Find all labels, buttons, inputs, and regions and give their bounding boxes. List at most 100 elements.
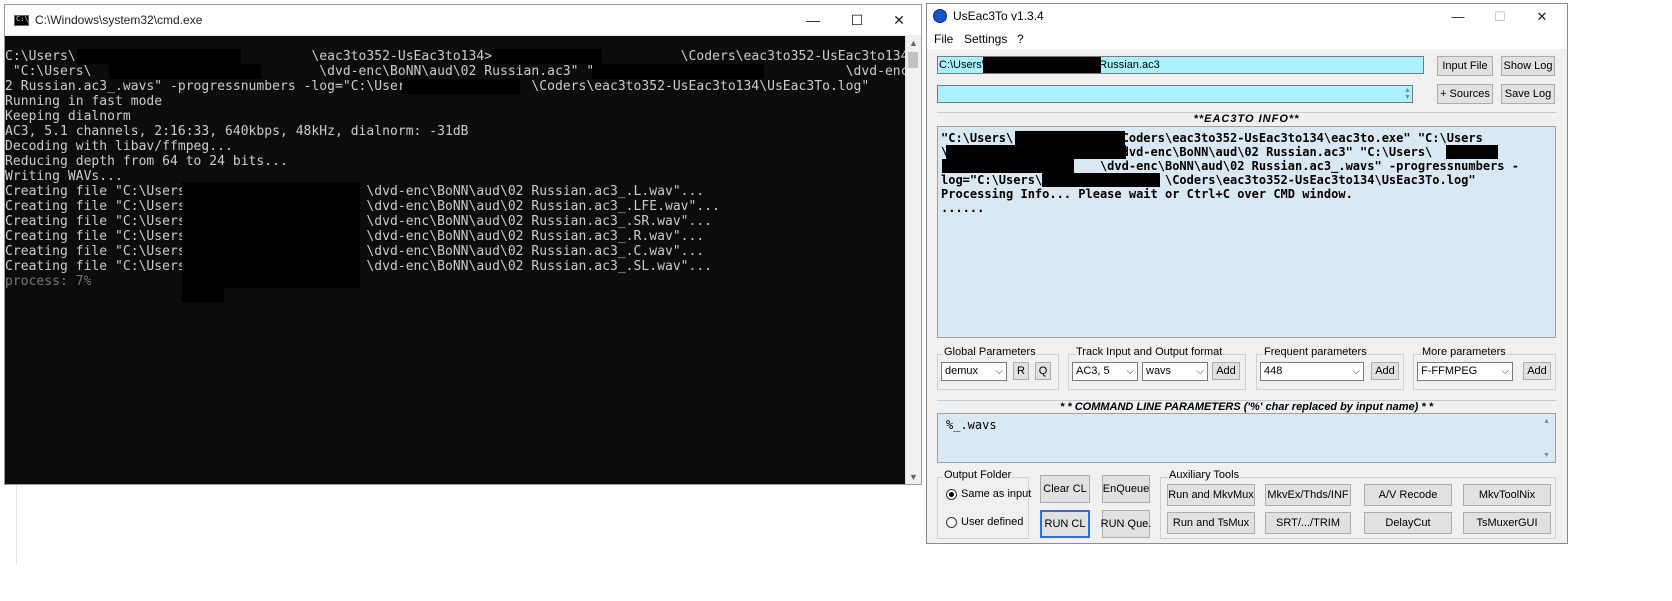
track-add-button[interactable]: Add bbox=[1212, 362, 1240, 380]
user-defined-label[interactable]: User defined bbox=[961, 516, 1023, 528]
minimize-icon[interactable]: — bbox=[1437, 4, 1479, 29]
redaction-bar bbox=[109, 64, 261, 79]
chevron-down-icon: ⌵ bbox=[995, 366, 1003, 377]
track-input-value: AC3, 5 bbox=[1076, 365, 1110, 377]
chevron-down-icon: ⌵ bbox=[1352, 366, 1360, 377]
same-as-input-label[interactable]: Same as input bbox=[961, 488, 1031, 500]
chevron-down-icon: ⌵ bbox=[1196, 366, 1204, 377]
output-folder-group bbox=[937, 477, 1029, 539]
global-params-value: demux bbox=[945, 365, 979, 377]
redaction-bar bbox=[182, 182, 224, 302]
info-line: log="C:\Users\ \Coders\eac3to352-UsEac3t… bbox=[941, 173, 1476, 187]
cmd-titlebar[interactable]: C:\Windows\system32\cmd.exe — ☐ ✕ bbox=[5, 5, 921, 36]
show-log-button[interactable]: Show Log bbox=[1501, 56, 1555, 76]
cmd-scrollbar[interactable]: ▲ ▼ bbox=[905, 35, 921, 484]
maximize-icon: ☐ bbox=[1494, 8, 1506, 24]
background-window-edge bbox=[16, 485, 17, 565]
menu-file[interactable]: File bbox=[934, 32, 953, 46]
chevron-down-icon: ⌵ bbox=[1501, 366, 1509, 377]
more-params-label: More parameters bbox=[1421, 346, 1507, 358]
more-params-combo[interactable]: F-FFMPEG ⌵ bbox=[1417, 362, 1513, 381]
scroll-down-icon[interactable]: ▼ bbox=[906, 469, 921, 484]
r-button[interactable]: R bbox=[1013, 362, 1029, 380]
frequent-params-combo[interactable]: 448 ⌵ bbox=[1260, 362, 1364, 381]
console-line: Creating file "C:\Users\ \dvd-enc\BoNN\a… bbox=[5, 199, 720, 214]
cmd-app-icon bbox=[14, 15, 29, 26]
cmdline-value: %_.wavs bbox=[946, 418, 997, 432]
redaction-bar bbox=[1446, 145, 1498, 159]
track-output-value: wavs bbox=[1146, 365, 1172, 377]
sources-field[interactable] bbox=[937, 85, 1413, 103]
redaction-bar bbox=[1015, 131, 1125, 145]
tsmuxergui-button[interactable]: TsMuxerGUI bbox=[1463, 512, 1551, 534]
input-file-button[interactable]: Input File bbox=[1437, 56, 1493, 76]
track-format-label: Track Input and Output format bbox=[1075, 346, 1224, 358]
run-cl-button[interactable]: RUN CL bbox=[1040, 510, 1090, 538]
cmd-window[interactable]: C:\Windows\system32\cmd.exe — ☐ ✕ C:\Use… bbox=[4, 4, 922, 485]
scroll-up-icon[interactable]: ▲ bbox=[906, 35, 921, 50]
console-line: Writing WAVs... bbox=[5, 169, 123, 184]
close-icon[interactable]: ✕ bbox=[877, 5, 921, 35]
console-line: Keeping dialnorm bbox=[5, 109, 131, 124]
run-queue-button[interactable]: RUN Que. bbox=[1101, 510, 1151, 538]
spin-up-icon[interactable]: ▲ bbox=[1543, 418, 1553, 426]
more-add-button[interactable]: Add bbox=[1523, 362, 1551, 380]
run-and-tsmux-button[interactable]: Run and TsMux bbox=[1167, 512, 1255, 534]
console-output[interactable]: C:\Users\ \eac3to352-UsEac3to134>"C:\Use… bbox=[5, 49, 907, 485]
spin-down-icon[interactable]: ▼ bbox=[1404, 94, 1414, 102]
menu-help[interactable]: ? bbox=[1017, 32, 1024, 46]
ue-title: UsEac3To v1.3.4 bbox=[953, 9, 1044, 23]
menu-settings[interactable]: Settings bbox=[964, 32, 1007, 46]
menu-bar: File Settings ? bbox=[927, 29, 1567, 49]
add-sources-button[interactable]: + Sources bbox=[1437, 84, 1493, 104]
redaction-bar bbox=[492, 49, 602, 64]
minimize-icon[interactable]: — bbox=[791, 5, 835, 35]
frequent-params-label: Frequent parameters bbox=[1263, 346, 1368, 358]
global-parameters-label: Global Parameters bbox=[943, 346, 1037, 358]
run-and-mkvmux-button[interactable]: Run and MkvMux bbox=[1167, 484, 1255, 506]
track-output-combo[interactable]: wavs ⌵ bbox=[1142, 362, 1208, 381]
close-icon[interactable]: ✕ bbox=[1521, 4, 1563, 29]
scroll-thumb[interactable] bbox=[908, 52, 918, 68]
track-input-combo[interactable]: AC3, 5 ⌵ bbox=[1072, 362, 1138, 381]
user-defined-radio[interactable] bbox=[946, 517, 957, 528]
spin-down-icon[interactable]: ▼ bbox=[1543, 452, 1553, 460]
clear-cl-button[interactable]: Clear CL bbox=[1040, 475, 1090, 503]
redaction-bar bbox=[224, 182, 360, 288]
save-log-button[interactable]: Save Log bbox=[1501, 84, 1555, 104]
mkvtoolnix-button[interactable]: MkvToolNix bbox=[1463, 484, 1551, 506]
mkvex-thds-inf-button[interactable]: MkvEx/Thds/INF bbox=[1265, 484, 1351, 506]
cmdline-textbox[interactable]: %_.wavs ▲ ▼ bbox=[937, 413, 1556, 463]
enqueue-button[interactable]: EnQueue bbox=[1102, 475, 1150, 503]
frequent-add-button[interactable]: Add bbox=[1371, 362, 1399, 380]
frequent-params-value: 448 bbox=[1264, 365, 1283, 377]
aux-tools-label: Auxiliary Tools bbox=[1168, 469, 1241, 481]
console-line: Decoding with libav/ffmpeg... bbox=[5, 139, 233, 154]
global-params-combo[interactable]: demux ⌵ bbox=[941, 362, 1007, 381]
console-line: Running in fast mode bbox=[5, 94, 163, 109]
info-line: Processing Info... Please wait or Ctrl+C… bbox=[941, 187, 1353, 201]
same-as-input-radio[interactable] bbox=[946, 489, 957, 500]
q-button[interactable]: Q bbox=[1035, 362, 1051, 380]
srt-trim-button[interactable]: SRT/.../TRIM bbox=[1265, 512, 1351, 534]
delaycut-button[interactable]: DelayCut bbox=[1364, 512, 1452, 534]
redaction-bar bbox=[402, 79, 520, 94]
info-line: ...... bbox=[941, 201, 985, 215]
redaction-bar bbox=[77, 49, 241, 64]
redaction-bar bbox=[942, 159, 1074, 173]
cmdline-header: * * COMMAND LINE PARAMETERS ('%' char re… bbox=[937, 400, 1556, 413]
redaction-bar bbox=[946, 145, 1126, 159]
output-folder-label: Output Folder bbox=[943, 469, 1013, 481]
info-textbox[interactable]: "C:\Users\ \Coders\eac3to352-UsEac3to134… bbox=[937, 126, 1556, 338]
info-header: **EAC3TO INFO** bbox=[937, 112, 1556, 125]
maximize-icon[interactable]: ☐ bbox=[835, 5, 879, 35]
redaction-bar bbox=[983, 57, 1101, 73]
useac3to-window[interactable]: UsEac3To v1.3.4 — ☐ ✕ File Settings ? C:… bbox=[926, 3, 1568, 544]
input-path-field[interactable]: C:\Users\ dvd-enc\BoNN\aud\02 Russian.ac… bbox=[937, 56, 1424, 74]
console-line: AC3, 5.1 channels, 2:16:33, 640kbps, 48k… bbox=[5, 124, 469, 139]
useac3to-app-icon bbox=[933, 9, 947, 23]
chevron-down-icon: ⌵ bbox=[1126, 366, 1134, 377]
ue-titlebar[interactable]: UsEac3To v1.3.4 — ☐ ✕ bbox=[927, 4, 1567, 29]
redaction-bar bbox=[1042, 173, 1160, 187]
av-recode-button[interactable]: A/V Recode bbox=[1364, 484, 1452, 506]
